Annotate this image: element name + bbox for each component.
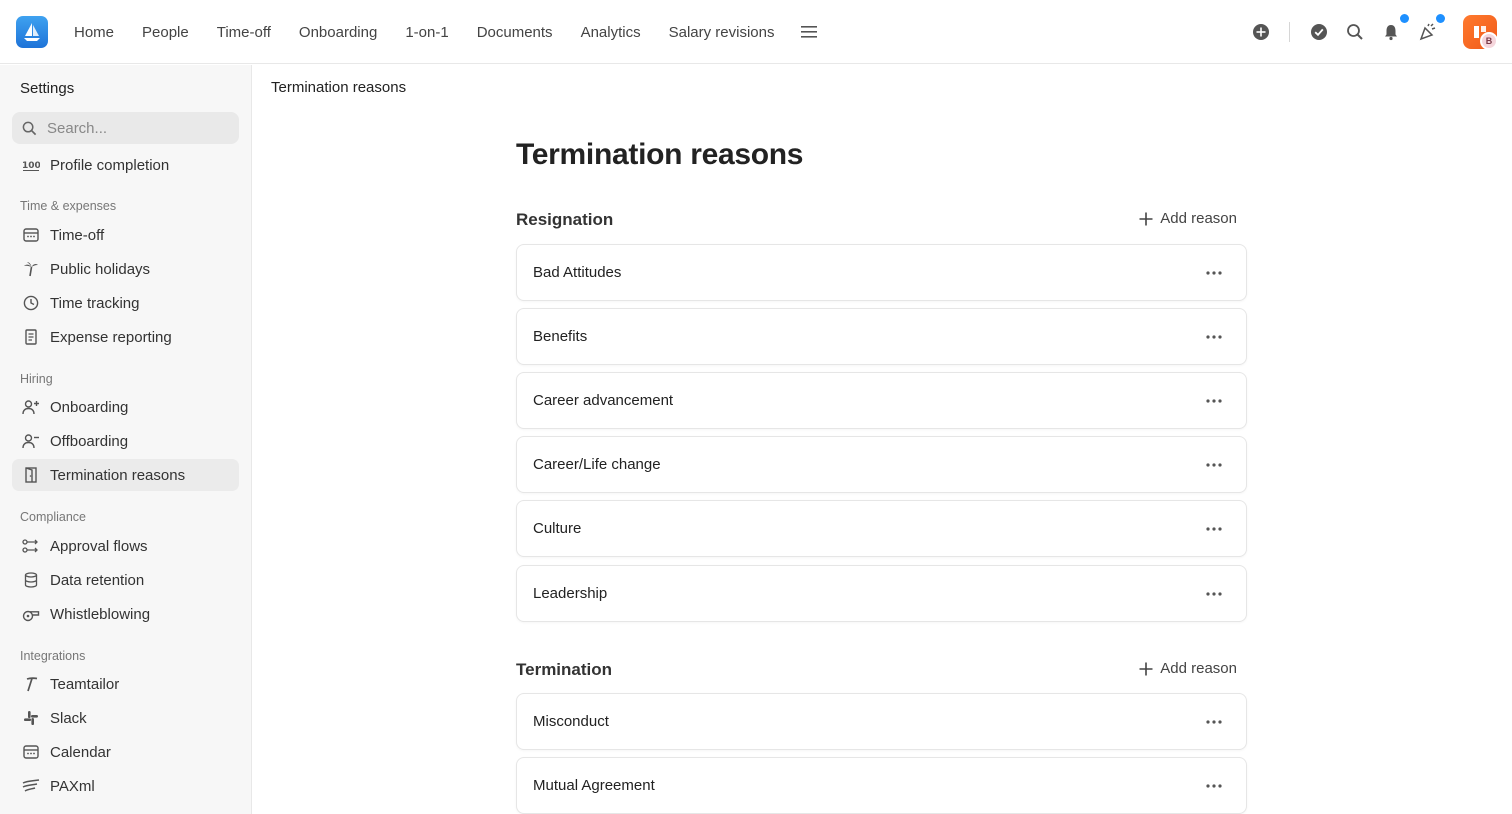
sidebar-search[interactable] xyxy=(12,112,239,144)
reason-card: Bad Attitudes xyxy=(516,244,1247,301)
more-options-icon[interactable] xyxy=(1200,390,1228,412)
more-options-icon[interactable] xyxy=(1200,454,1228,476)
user-plus-icon xyxy=(22,398,40,416)
reason-card: Misconduct xyxy=(516,693,1247,750)
check-circle-icon[interactable] xyxy=(1308,21,1330,43)
reason-card: Career advancement xyxy=(516,372,1247,429)
reason-label: Misconduct xyxy=(533,713,609,730)
search-input[interactable] xyxy=(47,119,217,137)
sidebar-item-time-off[interactable]: Time-off xyxy=(12,219,239,251)
slack-icon xyxy=(22,709,40,727)
whistle-icon xyxy=(22,605,40,623)
notification-dot xyxy=(1400,14,1409,23)
sidebar-item-whistleblowing[interactable]: Whistleblowing xyxy=(12,598,239,630)
reason-card: Career/Life change xyxy=(516,436,1247,493)
reason-card: Mutual Agreement xyxy=(516,757,1247,814)
calendar-icon xyxy=(22,743,40,761)
more-options-icon[interactable] xyxy=(1200,583,1228,605)
search-icon xyxy=(22,121,37,135)
page-title: Termination reasons xyxy=(516,138,804,171)
reason-card: Leadership xyxy=(516,565,1247,622)
nav-1-on-1[interactable]: 1-on-1 xyxy=(391,24,462,41)
flow-icon xyxy=(22,537,40,555)
more-options-icon[interactable] xyxy=(1200,262,1228,284)
plus-icon xyxy=(1139,662,1153,675)
more-options-icon[interactable] xyxy=(1200,326,1228,348)
more-options-icon[interactable] xyxy=(1200,518,1228,540)
add-resignation-reason-button[interactable]: Add reason xyxy=(1138,210,1237,227)
calendar-icon xyxy=(22,226,40,244)
top-navigation-bar: Home People Time-off Onboarding 1-on-1 D… xyxy=(0,0,1512,64)
search-icon[interactable] xyxy=(1344,21,1366,43)
reason-label: Career advancement xyxy=(533,392,674,409)
breadcrumb: Termination reasons xyxy=(271,79,407,96)
termination-section-header: Termination Add reason xyxy=(516,660,1247,684)
nav-onboarding[interactable]: Onboarding xyxy=(285,24,391,41)
settings-sidebar: Settings 100 Profile completion Time & e… xyxy=(0,65,252,814)
sidebar-item-public-holidays[interactable]: Public holidays xyxy=(12,253,239,285)
sidebar-item-offboarding[interactable]: Offboarding xyxy=(12,425,239,457)
door-icon xyxy=(22,466,40,484)
bell-icon[interactable] xyxy=(1380,21,1402,43)
reason-label: Culture xyxy=(533,520,582,537)
sidebar-item-teamtailor[interactable]: Teamtailor xyxy=(12,668,239,700)
sidebar-item-expense-reporting[interactable]: Expense reporting xyxy=(12,321,239,353)
database-icon xyxy=(22,571,40,589)
nav-people[interactable]: People xyxy=(128,24,203,41)
user-minus-icon xyxy=(22,432,40,450)
sidebar-item-calendar[interactable]: Calendar xyxy=(12,736,239,768)
reason-label: Bad Attitudes xyxy=(533,264,622,281)
more-options-icon[interactable] xyxy=(1200,775,1228,797)
app-logo[interactable] xyxy=(16,16,48,48)
topbar-divider xyxy=(1289,22,1290,42)
reason-label: Career/Life change xyxy=(533,456,661,473)
add-termination-reason-button[interactable]: Add reason xyxy=(1138,660,1237,677)
plus-icon xyxy=(1139,212,1153,225)
hamburger-menu-icon[interactable] xyxy=(794,17,824,47)
clock-icon xyxy=(22,294,40,312)
sailboat-icon xyxy=(24,23,40,41)
nav-time-off[interactable]: Time-off xyxy=(203,24,285,41)
svg-text:100: 100 xyxy=(22,161,40,171)
celebration-icon[interactable] xyxy=(1417,21,1439,43)
palm-tree-icon xyxy=(22,260,40,278)
section-title-termination: Termination xyxy=(516,660,613,679)
sidebar-item-slack[interactable]: Slack xyxy=(12,702,239,734)
main-nav: Home People Time-off Onboarding 1-on-1 D… xyxy=(60,0,824,64)
celebration-dot xyxy=(1436,14,1445,23)
sidebar-item-time-tracking[interactable]: Time tracking xyxy=(12,287,239,319)
sidebar-item-paxml[interactable]: PAXml xyxy=(12,770,239,802)
sidebar-item-profile-completion[interactable]: 100 Profile completion xyxy=(12,149,239,181)
sidebar-item-onboarding[interactable]: Onboarding xyxy=(12,391,239,423)
add-circle-icon[interactable] xyxy=(1250,21,1272,43)
reason-label: Mutual Agreement xyxy=(533,777,655,794)
nav-analytics[interactable]: Analytics xyxy=(567,24,655,41)
reason-label: Leadership xyxy=(533,585,608,602)
receipt-icon xyxy=(22,328,40,346)
sidebar-title: Settings xyxy=(20,80,75,97)
nav-salary-revisions[interactable]: Salary revisions xyxy=(655,24,789,41)
teamtailor-icon xyxy=(22,675,40,693)
resignation-section-header: Resignation Add reason xyxy=(516,210,1247,234)
sidebar-item-data-retention[interactable]: Data retention xyxy=(12,564,239,596)
paxml-icon xyxy=(22,777,40,795)
reason-label: Benefits xyxy=(533,328,588,345)
section-compliance: Compliance xyxy=(20,510,87,524)
section-time-expenses: Time & expenses xyxy=(20,199,117,213)
reason-card: Culture xyxy=(516,500,1247,557)
section-hiring: Hiring xyxy=(20,372,53,386)
hundred-icon: 100 xyxy=(22,156,40,174)
section-integrations: Integrations xyxy=(20,649,86,663)
nav-documents[interactable]: Documents xyxy=(463,24,567,41)
sidebar-item-approval-flows[interactable]: Approval flows xyxy=(12,530,239,562)
reason-card: Benefits xyxy=(516,308,1247,365)
avatar-badge: B xyxy=(1480,32,1498,50)
sidebar-item-termination-reasons[interactable]: Termination reasons xyxy=(12,459,239,491)
nav-home[interactable]: Home xyxy=(60,24,128,41)
more-options-icon[interactable] xyxy=(1200,711,1228,733)
section-title-resignation: Resignation xyxy=(516,210,614,229)
